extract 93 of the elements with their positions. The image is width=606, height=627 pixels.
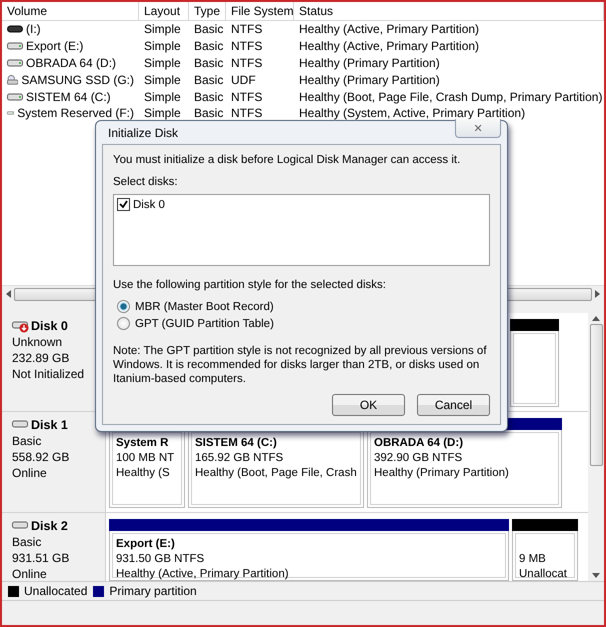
select-label: Select disks: — [113, 175, 179, 189]
scroll-left-icon[interactable] — [5, 290, 12, 298]
table-cell: NTFS — [231, 39, 262, 54]
table-cell: Simple — [144, 39, 181, 54]
partition-box[interactable] — [510, 331, 559, 407]
table-cell: UDF — [231, 72, 256, 87]
column-header[interactable]: File System — [226, 2, 294, 20]
table-cell: System Reserved (F:) — [17, 106, 134, 120]
disk-info: 931.51 GB — [12, 551, 70, 565]
partition-title: SISTEM 64 (C:) — [195, 436, 278, 450]
checkbox[interactable] — [117, 198, 130, 211]
disk-name: Disk 0 — [31, 319, 68, 333]
table-cell: Healthy (Boot, Page File, Crash Dump, Primary Partition) — [299, 90, 602, 104]
scroll-down-icon[interactable] — [592, 573, 600, 578]
radio-label[interactable]: MBR (Master Boot Record) — [135, 300, 274, 312]
partition-bar — [510, 319, 559, 331]
scrollbar-thumb[interactable] — [590, 324, 602, 466]
disk-info: Online — [12, 567, 48, 581]
disk-info: Online — [12, 466, 48, 480]
table-cell: Simple — [144, 90, 181, 104]
radio-label[interactable]: GPT (GUID Partition Table) — [135, 318, 274, 330]
drive-icon — [7, 72, 18, 87]
table-cell: Healthy (Primary Partition) — [299, 56, 440, 70]
drive-icon — [7, 24, 23, 34]
legend-label: Primary partition — [109, 584, 197, 598]
disk-warning-icon — [12, 320, 30, 332]
table-cell: Healthy (Active, Primary Partition) — [299, 39, 480, 54]
radio-button[interactable] — [117, 300, 130, 313]
table-cell: SISTEM 64 (C:) — [26, 90, 111, 104]
disk-option[interactable]: Disk 0 — [133, 198, 165, 210]
table-cell: Basic — [194, 90, 224, 104]
table-cell: Basic — [194, 22, 224, 36]
disk-info: 558.92 GB — [12, 450, 70, 464]
partition-info: 100 MB NT — [116, 451, 176, 465]
table-cell: Export (E:) — [26, 39, 84, 54]
partition-title: Export (E:) — [116, 537, 176, 551]
disk-info: Unknown — [12, 335, 64, 349]
note-text: Note: The GPT partition style is not recognized by all previous versions of Windows. It is recommended for disks larger than 2TB, or disks used on Itanium-based computers. — [113, 344, 488, 386]
table-cell: Basic — [194, 106, 224, 120]
partition-info: Healthy (Boot, Page File, Crash — [195, 466, 357, 480]
style-label: Use the following partition style for the selected disks: — [113, 278, 387, 292]
table-cell: OBRADA 64 (D:) — [26, 56, 116, 70]
partition-info: Healthy (Primary Partition) — [374, 466, 510, 480]
disk-info: Basic — [12, 434, 42, 448]
dialog-button[interactable]: Cancel — [417, 394, 490, 416]
partition-title: System R — [116, 436, 170, 450]
intro-text: You must initialize a disk before Logical Disk Manager can access it. — [113, 153, 462, 167]
table-cell: NTFS — [231, 22, 262, 36]
close-button[interactable]: ✕ — [455, 119, 501, 138]
disk-name: Disk 2 — [31, 519, 68, 533]
scroll-up-icon[interactable] — [592, 316, 600, 321]
partition-info: 165.92 GB NTFS — [195, 451, 284, 465]
table-cell: (I:) — [26, 22, 41, 36]
partition-info: Healthy (Active, Primary Partition) — [116, 567, 290, 581]
radio-button[interactable] — [117, 317, 130, 330]
table-cell: Healthy (Active, Primary Partition) — [299, 22, 480, 36]
drive-icon — [7, 58, 23, 68]
table-cell: Healthy (Primary Partition) — [299, 72, 440, 87]
column-header[interactable]: Layout — [139, 2, 189, 20]
table-cell: SAMSUNG SSD (G:) — [21, 72, 134, 87]
partition-title: OBRADA 64 (D:) — [374, 436, 464, 450]
partition-info: 392.90 GB NTFS — [374, 451, 464, 465]
table-cell: NTFS — [231, 106, 262, 120]
table-cell: Basic — [194, 39, 224, 54]
partition-box[interactable]: 9 MB Unallocat — [512, 531, 578, 581]
partition-bar — [512, 519, 578, 531]
dialog-button[interactable]: OK — [332, 394, 405, 416]
legend-label: Unallocated — [24, 584, 88, 598]
drive-icon — [7, 41, 23, 52]
partition-info: 9 MB — [519, 552, 547, 566]
table-cell: NTFS — [231, 56, 262, 70]
column-header[interactable]: Volume — [2, 2, 139, 20]
partition-box[interactable]: Export (E:) 931.50 GB NTFS Healthy (Active, Primary Partition) — [109, 531, 509, 581]
table-cell: Basic — [194, 56, 224, 70]
table-cell: NTFS — [231, 90, 262, 104]
scroll-right-icon[interactable] — [594, 290, 601, 298]
table-cell: Simple — [144, 72, 181, 87]
table-cell: Simple — [144, 106, 181, 120]
table-cell: Simple — [144, 56, 181, 70]
column-header[interactable]: Status — [294, 2, 604, 20]
table-cell: Healthy (System, Active, Primary Partition) — [299, 106, 526, 120]
partition-info: Healthy (S — [116, 466, 171, 480]
disk-name: Disk 1 — [31, 418, 68, 432]
disk-info: 232.89 GB — [12, 351, 70, 365]
disk-info: Not Initialized — [12, 367, 86, 381]
dialog-title: Initialize Disk — [107, 126, 178, 140]
table-cell: Simple — [144, 22, 181, 36]
partition-info: Unallocat — [519, 567, 568, 581]
disk-info: Basic — [12, 535, 42, 549]
column-header[interactable]: Type — [189, 2, 226, 20]
table-cell: Basic — [194, 72, 224, 87]
drive-icon — [7, 92, 23, 102]
partition-info: 931.50 GB NTFS — [116, 552, 206, 566]
